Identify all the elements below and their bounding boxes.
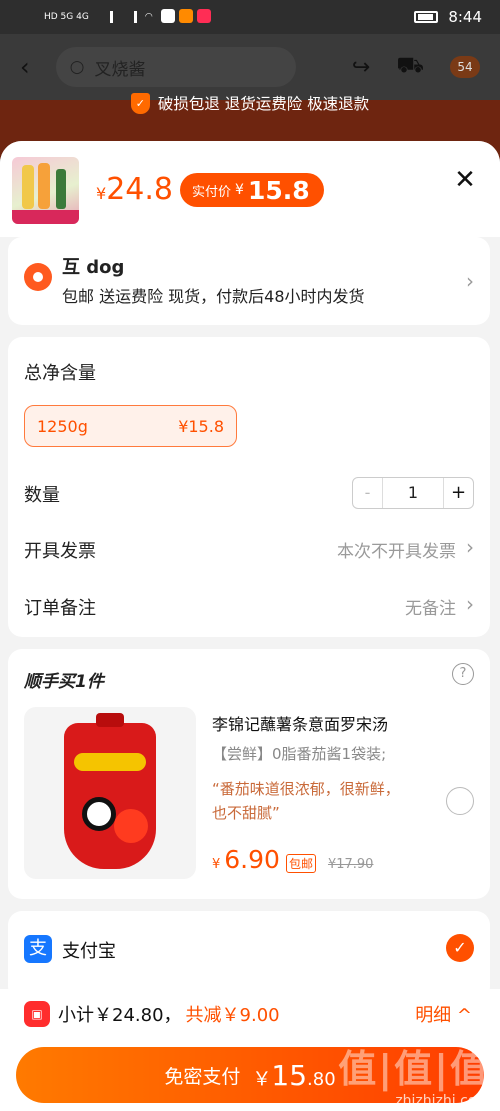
remark-label: 订单备注 <box>24 598 96 619</box>
cart-icon[interactable]: ⛟ <box>396 53 424 81</box>
addon-title: 顺手买1件 <box>24 672 104 692</box>
addon-product-subtitle: 【尝鲜】0脂番茄酱1袋装; <box>212 745 387 763</box>
clock: 8:44 <box>448 8 482 26</box>
share-icon[interactable]: ↪ <box>352 55 370 80</box>
increase-button[interactable]: + <box>443 478 473 508</box>
search-bar[interactable]: ○ 叉烧酱 <box>55 47 296 87</box>
addon-product-review: “番茄味道很浓郁，很新鲜，也不甜腻” <box>212 780 400 822</box>
search-icon: ○ <box>69 57 85 77</box>
quantity-stepper: - 1 + <box>352 477 474 509</box>
sku-price: ¥15.8 <box>178 416 224 436</box>
video-app-icon <box>178 8 193 23</box>
recipient-name: 互 dog <box>62 257 125 278</box>
payment-method-label: 支付宝 <box>62 941 116 962</box>
coupon-icon: ▣ <box>24 1001 50 1027</box>
help-icon[interactable]: ? <box>452 663 474 685</box>
shipping-description: 包邮 送运费险 现货，付款后48小时内发货 <box>62 287 365 306</box>
chevron-right-icon: › <box>466 592 474 616</box>
watermark-logo: 值|值|值 <box>338 1047 490 1091</box>
decrease-button[interactable]: - <box>353 478 383 508</box>
message-icon <box>160 8 175 23</box>
invoice-value[interactable]: 本次不开具发票 <box>337 537 456 562</box>
chevron-right-icon: › <box>466 269 474 293</box>
sku-name: 1250g <box>37 416 88 436</box>
signal-icon <box>121 11 137 23</box>
subtotal-text: 小计￥24.80， <box>58 1005 182 1026</box>
free-shipping-badge: 包邮 <box>285 854 316 873</box>
wifi-icon: ◠ <box>144 12 153 22</box>
payment-method-card[interactable]: 支 支付宝 ✓ <box>8 911 490 1001</box>
chevron-right-icon: › <box>466 535 474 559</box>
invoice-label: 开具发票 <box>24 541 96 562</box>
page-header: ‹ ○ 叉烧酱 ↪ ⛟ 54 <box>0 34 500 100</box>
addon-select-radio[interactable] <box>446 787 474 815</box>
back-arrow-icon[interactable]: ‹ <box>20 53 30 81</box>
battery-icon <box>414 11 439 23</box>
pay-amount: ￥15.80 <box>252 1058 336 1092</box>
network-text: HD 5G 4G <box>44 12 89 22</box>
checkout-sheet: ¥24.8 实付价 ¥ 15.8 ✕ 互 dog 包邮 送运费险 现货，付款后4… <box>0 141 500 1111</box>
product-thumbnail <box>12 157 79 224</box>
address-card[interactable]: 互 dog 包邮 送运费险 现货，付款后48小时内发货 › <box>8 237 490 325</box>
shield-icon: ✓ <box>130 92 150 114</box>
addon-product-price: ¥ 6.90 包邮 ¥17.90 <box>212 845 374 874</box>
search-text: 叉烧酱 <box>94 59 146 80</box>
quantity-value[interactable]: 1 <box>383 478 443 508</box>
sheet-header: ¥24.8 实付价 ¥ 15.8 ✕ <box>0 141 500 237</box>
checkmark-icon[interactable]: ✓ <box>446 934 474 962</box>
app-icon <box>196 8 211 23</box>
cart-badge: 54 <box>450 56 480 78</box>
options-card: 总净含量 1250g ¥15.8 数量 - 1 + 开具发票 本次不开具发票 ›… <box>8 337 490 637</box>
location-pin-icon <box>24 263 52 291</box>
status-bar: HD 5G 4G ◠ 8:44 <box>0 0 500 34</box>
addon-product-image[interactable] <box>24 707 196 879</box>
product-price: ¥24.8 <box>96 172 173 207</box>
guarantee-text: 破损包退 退货运费险 极速退款 <box>157 95 370 113</box>
alipay-icon: 支 <box>24 935 52 963</box>
close-icon[interactable]: ✕ <box>450 165 480 195</box>
signal-icon <box>97 11 113 23</box>
addon-card: 顺手买1件 ? 李锦记蘸薯条意面罗宋汤 【尝鲜】0脂番茄酱1袋装; “番茄味道很… <box>8 649 490 899</box>
sku-option-1250g[interactable]: 1250g ¥15.8 <box>24 405 237 447</box>
subtotal: 小计￥24.80， 共减￥9.00 <box>58 1001 280 1027</box>
addon-product-title[interactable]: 李锦记蘸薯条意面罗宋汤 <box>212 711 388 735</box>
remark-value[interactable]: 无备注 <box>405 594 456 619</box>
notification-icons <box>160 8 215 26</box>
original-price: ¥17.90 <box>327 857 374 872</box>
net-content-label: 总净含量 <box>24 363 96 384</box>
watermark: 值|值|值 zhizhizhi.com <box>338 1038 490 1109</box>
discount-text: 共减￥9.00 <box>185 1005 280 1026</box>
pay-label: 免密支付 <box>164 1065 241 1088</box>
guarantee-banner: ✓ 破损包退 退货运费险 极速退款 <box>0 92 500 114</box>
detail-toggle[interactable]: 明细 ^ <box>415 1001 472 1027</box>
watermark-url: zhizhizhi.com <box>395 1093 490 1109</box>
network-indicators: HD 5G 4G ◠ <box>44 8 215 26</box>
actual-price-badge: 实付价 ¥ 15.8 <box>180 173 324 207</box>
quantity-label: 数量 <box>24 485 60 506</box>
